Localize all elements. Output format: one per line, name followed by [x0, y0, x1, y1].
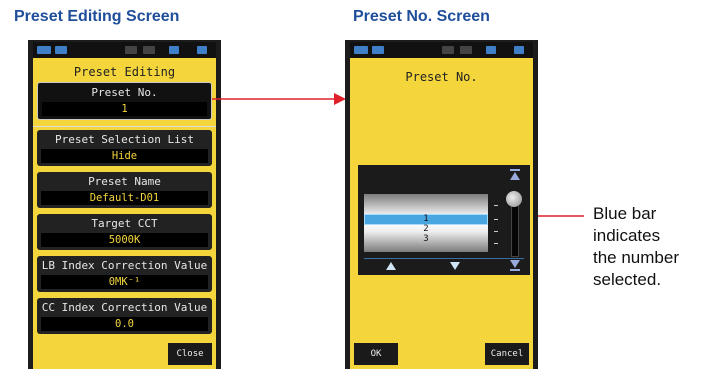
wheel-value[interactable]: 1	[364, 214, 488, 224]
caption-preset-editing: Preset Editing Screen	[14, 8, 180, 25]
status-slot-icon	[143, 46, 155, 54]
battery-icon	[37, 46, 51, 54]
menu-item-preset-no[interactable]: Preset No. 1	[37, 82, 212, 120]
bluetooth-icon	[169, 46, 179, 54]
status-bar	[350, 42, 533, 58]
signal-icon	[55, 46, 67, 54]
annotation-line: indicates	[593, 226, 661, 245]
wheel-value[interactable]: 2	[364, 224, 488, 234]
scroll-knob[interactable]	[506, 191, 522, 207]
menu-item-value: Default-D01	[41, 191, 208, 205]
menu-item-label: Target CCT	[91, 217, 158, 230]
menu-item-preset-selection-list[interactable]: Preset Selection List Hide	[37, 130, 212, 166]
status-slot-icon	[442, 46, 454, 54]
tick-mark	[494, 243, 498, 244]
menu-item-value: Hide	[41, 149, 208, 163]
menu-item-value: 0MK⁻¹	[41, 275, 208, 289]
annotation-line: Blue bar	[593, 204, 657, 223]
scroll-top-triangle	[510, 172, 520, 180]
close-button[interactable]: Close	[168, 343, 212, 365]
preset-editing-screen: Preset Editing Preset No. 1 Preset Selec…	[33, 42, 216, 369]
menu-item-label: Preset No.	[91, 86, 158, 99]
button-divider	[364, 258, 524, 259]
cancel-button[interactable]: Cancel	[485, 343, 529, 365]
screen-title: Preset No.	[405, 70, 478, 84]
menu-item-target-cct[interactable]: Target CCT 5000K	[37, 214, 212, 250]
preset-no-screen: Preset No. 1 2 3 OK Cancel	[350, 42, 533, 369]
menu-item-cc-index-correction[interactable]: CC Index Correction Value 0.0	[37, 298, 212, 334]
menu-item-value: 0.0	[41, 317, 208, 331]
scroll-bottom-triangle	[510, 260, 520, 268]
status-slot-icon	[125, 46, 137, 54]
menu-item-preset-name[interactable]: Preset Name Default-D01	[37, 172, 212, 208]
annotation-line: the number	[593, 248, 679, 267]
menu-item-label: CC Index Correction Value	[41, 301, 208, 314]
menu-item-label: Preset Name	[88, 175, 161, 188]
wheel-value[interactable]: 3	[364, 234, 488, 244]
screen-title: Preset Editing	[73, 65, 176, 79]
caption-preset-no: Preset No. Screen	[353, 8, 490, 25]
tick-mark	[494, 219, 498, 220]
menu-item-label: LB Index Correction Value	[41, 259, 208, 272]
scroll-bottom-bar	[510, 269, 520, 271]
device-preset-no: Preset No. 1 2 3 OK Cancel	[345, 40, 538, 369]
status-slot-icon	[460, 46, 472, 54]
menu-item-label: Preset Selection List	[54, 133, 195, 146]
preset-number-picker: 1 2 3	[358, 165, 530, 275]
signal-icon	[372, 46, 384, 54]
memory-icon	[514, 46, 524, 54]
up-arrow-icon[interactable]	[386, 262, 396, 270]
scroll-top-icon[interactable]	[508, 169, 522, 181]
battery-icon	[354, 46, 368, 54]
divider	[33, 126, 216, 127]
annotation-line: selected.	[593, 270, 662, 289]
scroll-bottom-icon[interactable]	[508, 260, 522, 272]
tick-mark	[494, 205, 498, 206]
number-wheel[interactable]: 1 2 3	[364, 194, 488, 252]
menu-item-lb-index-correction[interactable]: LB Index Correction Value 0MK⁻¹	[37, 256, 212, 292]
device-preset-editing: Preset Editing Preset No. 1 Preset Selec…	[28, 40, 221, 369]
menu-item-value: 5000K	[41, 233, 208, 247]
status-bar	[33, 42, 216, 58]
annotation-text: Blue bar indicates the number selected.	[593, 203, 679, 291]
scroll-top-bar	[510, 169, 520, 171]
menu-item-value: 1	[42, 102, 207, 116]
memory-icon	[197, 46, 207, 54]
bluetooth-icon	[486, 46, 496, 54]
ok-button[interactable]: OK	[354, 343, 398, 365]
down-arrow-icon[interactable]	[450, 262, 460, 270]
tick-mark	[494, 231, 498, 232]
